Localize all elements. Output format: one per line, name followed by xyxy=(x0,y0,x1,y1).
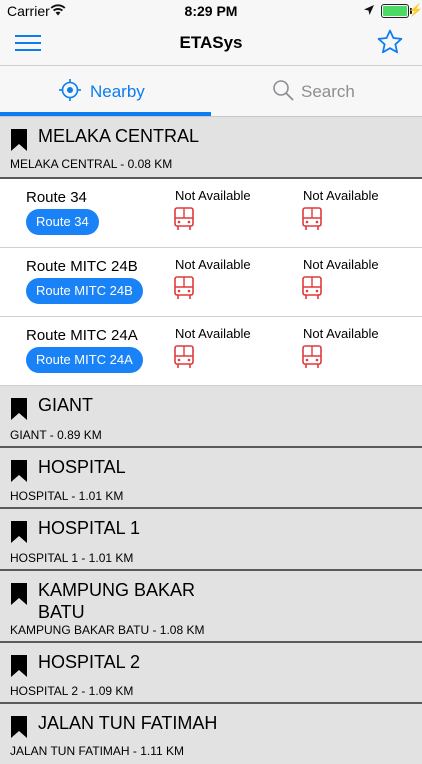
stop-name: HOSPITAL 1 xyxy=(38,518,141,538)
stop-distance: HOSPITAL - 1.01 KM xyxy=(10,489,124,503)
eta-status: Not Available xyxy=(175,188,251,203)
bookmark-icon xyxy=(11,655,27,677)
tab-search[interactable]: Search xyxy=(211,66,422,116)
crosshair-icon xyxy=(59,79,81,101)
stop-header[interactable]: GIANT GIANT - 0.89 KM xyxy=(0,386,422,448)
segment-tabs: Nearby Search xyxy=(0,66,422,116)
clock: 8:29 PM xyxy=(184,3,238,19)
eta-status: Not Available xyxy=(303,188,379,203)
bookmark-icon xyxy=(11,716,27,738)
route-pill-button[interactable]: Route MITC 24B xyxy=(26,278,143,304)
stop-name: KAMPUNG BAKAR BATU xyxy=(38,580,196,622)
route-pill-button[interactable]: Route MITC 24A xyxy=(26,347,143,373)
tab-nearby[interactable]: Nearby xyxy=(0,66,211,116)
eta-status: Not Available xyxy=(303,257,379,272)
stop-header[interactable]: MELAKA CENTRAL MELAKA CENTRAL - 0.08 KM xyxy=(0,117,422,179)
stop-name: MELAKA CENTRAL xyxy=(38,126,200,146)
eta-status: Not Available xyxy=(175,257,251,272)
navigation-bar: ETASys xyxy=(0,22,422,66)
bus-icon xyxy=(302,207,322,230)
tab-search-label: Search xyxy=(301,82,355,101)
stop-distance: HOSPITAL 2 - 1.09 KM xyxy=(10,684,134,698)
route-name: Route MITC 24B xyxy=(26,258,138,275)
eta-status: Not Available xyxy=(303,326,379,341)
stop-name: HOSPITAL xyxy=(38,457,126,477)
stop-distance: GIANT - 0.89 KM xyxy=(10,428,102,442)
stop-header[interactable]: KAMPUNG BAKAR BATU KAMPUNG BAKAR BATU - … xyxy=(0,571,422,643)
stop-header[interactable]: JALAN TUN FATIMAH JALAN TUN FATIMAH - 1.… xyxy=(0,704,422,764)
star-favorites-icon[interactable] xyxy=(376,28,404,56)
bus-icon xyxy=(302,345,322,368)
charging-bolt-icon: ⚡ xyxy=(408,3,422,17)
eta-status: Not Available xyxy=(175,326,251,341)
bus-icon xyxy=(302,276,322,299)
stop-name: JALAN TUN FATIMAH xyxy=(38,713,218,733)
bus-icon xyxy=(174,345,194,368)
bus-icon xyxy=(174,207,194,230)
bookmark-icon xyxy=(11,460,27,482)
app-title: ETASys xyxy=(179,33,243,52)
route-row[interactable]: Route 34 Route 34 Not Available Not Avai… xyxy=(0,179,422,248)
stop-distance: HOSPITAL 1 - 1.01 KM xyxy=(10,551,134,565)
stop-header[interactable]: HOSPITAL HOSPITAL - 1.01 KM xyxy=(0,448,422,509)
route-name: Route 34 xyxy=(26,189,87,206)
stop-header[interactable]: HOSPITAL 2 HOSPITAL 2 - 1.09 KM xyxy=(0,643,422,704)
route-pill-button[interactable]: Route 34 xyxy=(26,209,99,235)
stop-distance: KAMPUNG BAKAR BATU - 1.08 KM xyxy=(10,623,205,637)
status-bar: Carrier 8:29 PM ⚡ xyxy=(0,0,422,22)
bookmark-icon xyxy=(11,398,27,420)
route-row[interactable]: Route MITC 24A Route MITC 24A Not Availa… xyxy=(0,317,422,386)
route-name: Route MITC 24A xyxy=(26,327,138,344)
stop-name: HOSPITAL 2 xyxy=(38,652,141,672)
route-row[interactable]: Route MITC 24B Route MITC 24B Not Availa… xyxy=(0,248,422,317)
location-arrow-icon xyxy=(364,5,374,15)
search-icon xyxy=(273,80,294,101)
stop-distance: MELAKA CENTRAL - 0.08 KM xyxy=(10,157,173,171)
stop-name: GIANT xyxy=(38,395,94,415)
bookmark-icon xyxy=(11,521,27,543)
bookmark-icon xyxy=(11,129,27,151)
bookmark-icon xyxy=(11,583,27,605)
tab-nearby-label: Nearby xyxy=(90,82,145,101)
stop-distance: JALAN TUN FATIMAH - 1.11 KM xyxy=(10,744,185,758)
bus-icon xyxy=(174,276,194,299)
battery-icon xyxy=(381,4,412,18)
stop-header[interactable]: HOSPITAL 1 HOSPITAL 1 - 1.01 KM xyxy=(0,509,422,571)
